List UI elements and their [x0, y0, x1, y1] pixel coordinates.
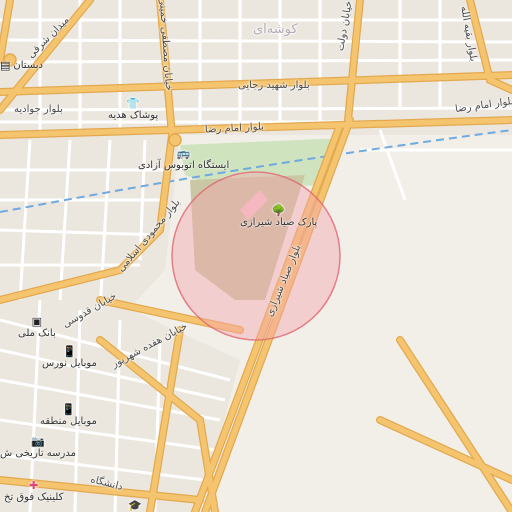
poi-historic-school[interactable]: 📷 مدرسه تاریخی ش: [0, 436, 76, 459]
map-view[interactable]: کوشه‌ای بلوار شهید رجایی بلوار امام رضا …: [0, 0, 512, 512]
poi-label: ایستگاه اتوبوس آزادی: [138, 160, 230, 171]
poi-label: دبستان: [13, 60, 43, 71]
district-label: کوشه‌ای: [253, 22, 298, 37]
poi-phone-shop-2[interactable]: 📱 موبایل منطقه: [40, 404, 97, 427]
poi-bank[interactable]: ▣ بانک ملی: [18, 316, 56, 339]
poi-bus-station[interactable]: 🚌 ایستگاه اتوبوس آزادی: [138, 148, 229, 171]
bank-icon: ▣: [31, 315, 43, 328]
road-label-javadieh: بلوار جوادیه: [14, 104, 63, 115]
poi-label: بانک ملی: [18, 328, 56, 339]
phone-shop-icon: 📱: [61, 403, 76, 416]
road-label-shahid-rajaei: بلوار شهید رجایی: [238, 80, 310, 91]
map-base-layer: [0, 0, 512, 512]
poi-clothing-store[interactable]: 👕 پوشاک هدیه: [108, 98, 158, 121]
poi-label: پارک صیاد شیرازی: [240, 217, 318, 228]
poi-label: موبایل نورس: [42, 358, 97, 369]
poi-university[interactable]: 🎓: [128, 500, 142, 511]
poi-label: کلینیک فوق تخ: [4, 492, 64, 503]
clothing-store-icon: 👕: [126, 97, 140, 110]
poi-label: پوشاک هدیه: [108, 110, 159, 121]
poi-label: موبایل منطقه: [40, 416, 97, 427]
camera-icon: 📷: [31, 435, 45, 448]
poi-park[interactable]: 🌳 پارک صیاد شیرازی: [240, 205, 317, 228]
poi-school[interactable]: ▤ دبستان: [0, 60, 43, 71]
poi-clinic[interactable]: ✚ کلینیک فوق تخ: [4, 480, 63, 503]
park-icon: 🌳: [271, 204, 286, 217]
highlight-circle: [171, 171, 341, 341]
poi-phone-shop-1[interactable]: 📱 موبایل نورس: [42, 346, 97, 369]
university-icon: 🎓: [128, 499, 142, 512]
poi-label: مدرسه تاریخی ش: [0, 448, 76, 459]
school-icon: ▤: [0, 59, 11, 72]
bus-icon: 🚌: [176, 147, 191, 160]
phone-shop-icon: 📱: [62, 345, 77, 358]
clinic-icon: ✚: [29, 479, 39, 492]
